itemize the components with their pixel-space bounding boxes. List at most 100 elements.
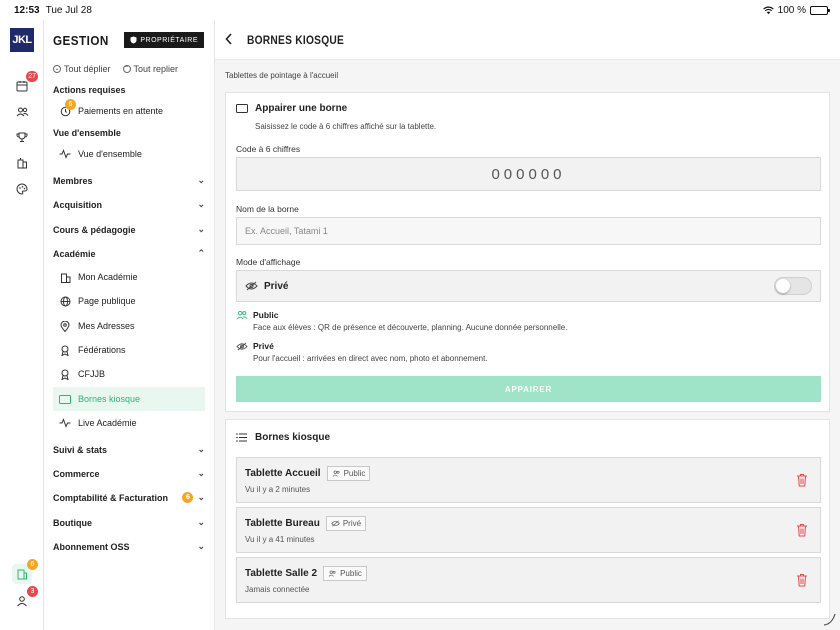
rail-trophy[interactable] xyxy=(12,127,32,147)
code-input[interactable]: 000000 xyxy=(236,157,821,191)
trash-icon[interactable] xyxy=(796,573,808,587)
status-date: Tue Jul 28 xyxy=(45,4,92,16)
sidebar-item-label: CFJJB xyxy=(78,369,105,379)
rail-building[interactable] xyxy=(12,153,32,173)
sidebar-header: GESTION PROPRIÉTAIRE xyxy=(44,20,214,60)
expand-all-button[interactable]: ⌄ Tout déplier xyxy=(53,64,111,74)
list-item[interactable]: Tablette Salle 2 Public Jamais connectée xyxy=(236,557,821,603)
sidebar-group-shop[interactable]: Boutique ⌄ xyxy=(53,517,205,528)
icon-rail: JKL 27 6 3 xyxy=(0,20,44,630)
users-icon xyxy=(328,570,336,577)
sidebar-group-subscription[interactable]: Abonnement OSS ⌄ xyxy=(53,541,205,552)
sidebar-group-commerce[interactable]: Commerce ⌄ xyxy=(53,468,205,479)
trash-icon[interactable] xyxy=(796,523,808,537)
sidebar-item-addresses[interactable]: Mes Adresses xyxy=(53,314,205,338)
kiosk-list-header: Bornes kiosque xyxy=(236,432,330,443)
status-time: 12:53 xyxy=(14,4,40,16)
sidebar-item-public-page[interactable]: Page publique xyxy=(53,289,205,313)
calendar-badge: 27 xyxy=(26,71,38,82)
pair-button[interactable]: APPAIRER xyxy=(236,376,821,402)
kiosk-badge: 6 xyxy=(27,559,38,570)
name-label: Nom de la borne xyxy=(236,204,299,214)
public-title: Public xyxy=(253,310,279,320)
sidebar-title: GESTION xyxy=(53,32,109,48)
clock-icon: 6 xyxy=(59,99,76,117)
owner-badge: PROPRIÉTAIRE xyxy=(124,32,204,48)
globe-icon xyxy=(59,295,71,307)
public-option: Public Face aux élèves : QR de présence … xyxy=(236,310,821,332)
group-label: Commerce xyxy=(53,468,100,479)
owner-badge-label: PROPRIÉTAIRE xyxy=(140,36,198,44)
kiosk-name: Tablette Accueil xyxy=(245,468,321,479)
activity-icon xyxy=(59,417,71,429)
collapse-all-button[interactable]: ⌃ Tout replier xyxy=(122,64,178,74)
mode-tag-label: Public xyxy=(343,469,366,478)
users-icon xyxy=(236,310,248,320)
sidebar-item-label: Mon Académie xyxy=(78,272,138,282)
private-title: Privé xyxy=(253,341,274,351)
group-label: Comptabilité & Facturation xyxy=(53,492,169,503)
list-item[interactable]: Tablette Accueil Public Vu il y a 2 minu… xyxy=(236,457,821,503)
chevron-down-icon: ⌄ xyxy=(197,541,205,551)
kiosk-last-seen: Vu il y a 2 minutes xyxy=(245,485,311,494)
private-desc: Pour l'accueil : arrivées en direct avec… xyxy=(253,354,488,363)
kiosk-list-title: Bornes kiosque xyxy=(255,432,331,443)
chevron-down-icon: ⌄ xyxy=(197,444,205,454)
sidebar-item-overview[interactable]: Vue d'ensemble xyxy=(53,142,205,166)
pending-badge: 6 xyxy=(65,99,76,110)
building-icon xyxy=(59,271,71,283)
resize-handle-icon xyxy=(823,613,836,626)
chevron-down-icon: ⌄ xyxy=(197,468,205,478)
rail-users[interactable] xyxy=(12,102,32,122)
group-label: Membres xyxy=(53,175,93,186)
mode-tag-label: Privé xyxy=(342,519,362,528)
trophy-icon xyxy=(16,132,28,142)
sidebar-item-kiosks[interactable]: Bornes kiosque xyxy=(53,387,205,411)
back-button[interactable] xyxy=(225,32,233,48)
app-logo[interactable]: JKL xyxy=(10,28,34,52)
main-content: BORNES KIOSQUE Tablettes de pointage à l… xyxy=(215,20,840,630)
mode-toggle[interactable] xyxy=(774,277,812,295)
rail-palette[interactable] xyxy=(12,179,32,199)
rail-kiosk[interactable]: 6 xyxy=(12,559,38,584)
sidebar-item-pending-payments[interactable]: 6 Paiements en attente xyxy=(53,99,205,123)
kiosk-icon xyxy=(17,569,27,580)
list-item[interactable]: Tablette Bureau Privé Vu il y a 41 minut… xyxy=(236,507,821,553)
sidebar-item-my-academy[interactable]: Mon Académie xyxy=(53,265,205,289)
eye-off-icon xyxy=(245,281,258,291)
sidebar-group-academy[interactable]: Académie ⌃ xyxy=(53,248,205,259)
award-icon xyxy=(59,368,71,380)
tablet-icon xyxy=(59,393,71,405)
pair-title: Appairer une borne xyxy=(255,103,348,114)
palette-icon xyxy=(16,183,28,195)
map-pin-icon xyxy=(59,320,71,332)
sidebar-group-acquisition[interactable]: Acquisition ⌄ xyxy=(53,199,205,210)
display-mode-row: Privé xyxy=(236,270,821,302)
sidebar-group-courses[interactable]: Cours & pédagogie ⌄ xyxy=(53,224,205,235)
public-desc: Face aux élèves : QR de présence et déco… xyxy=(253,323,568,332)
mode-tag: Public xyxy=(326,466,371,481)
chevron-down-icon: ⌄ xyxy=(197,492,205,502)
code-label: Code à 6 chiffres xyxy=(236,144,301,154)
kiosk-name-input[interactable]: Ex. Accueil, Tatami 1 xyxy=(236,217,821,245)
group-label: Cours & pédagogie xyxy=(53,224,136,235)
sidebar-item-federations[interactable]: Fédérations xyxy=(53,338,205,362)
sidebar-item-cfjjb[interactable]: CFJJB xyxy=(53,362,205,386)
rail-profile[interactable]: 3 xyxy=(12,586,38,611)
eye-off-icon xyxy=(236,342,248,350)
rail-calendar[interactable]: 27 xyxy=(12,71,38,96)
sidebar-item-live-academy[interactable]: Live Académie xyxy=(53,411,205,435)
trash-icon[interactable] xyxy=(796,473,808,487)
mode-tag-label: Public xyxy=(340,569,362,578)
eye-off-icon xyxy=(331,520,340,527)
group-label: Abonnement OSS xyxy=(53,541,130,552)
kiosk-list-card: Bornes kiosque Tablette Accueil Public V… xyxy=(225,419,830,619)
tablet-icon xyxy=(236,104,248,113)
battery-icon xyxy=(810,5,830,15)
sidebar-group-members[interactable]: Membres ⌄ xyxy=(53,175,205,186)
mode-tag: Public xyxy=(323,566,367,581)
sidebar-group-accounting[interactable]: Comptabilité & Facturation 6 ⌄ xyxy=(53,492,205,503)
chevron-down-icon: ⌄ xyxy=(197,175,205,185)
sidebar-group-stats[interactable]: Suivi & stats ⌄ xyxy=(53,444,205,455)
award-icon xyxy=(59,344,71,356)
